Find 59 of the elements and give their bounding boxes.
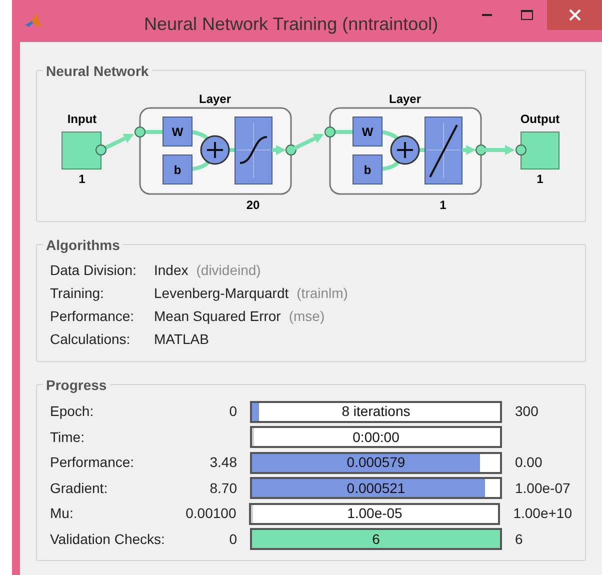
sigmoid-curve-icon (234, 116, 272, 184)
bias-box: b (352, 154, 382, 184)
weight-box: W (162, 116, 192, 146)
algorithm-value: Mean Squared Error (154, 307, 281, 326)
connector-dot (516, 144, 526, 156)
algorithm-value: MATLAB (154, 330, 209, 349)
start-value: 0 (229, 530, 237, 547)
bias-box: b (162, 154, 192, 184)
window-title: Neural Network Training (nntraintool) (144, 12, 438, 36)
peak-logo-icon (24, 11, 44, 31)
layer-size: 20 (246, 198, 260, 212)
progress-text: 1.00e-05 (346, 504, 404, 523)
end-value: 1.00e+10 (513, 504, 572, 524)
progress-text: 0:00:00 (352, 428, 400, 446)
sum-icon (200, 135, 230, 165)
progress-text: 0.000521 (346, 479, 406, 498)
progress-label: Performance: (50, 453, 136, 472)
progress-label: Validation Checks: (50, 530, 166, 549)
close-icon (568, 9, 580, 21)
progress-text: 0.000579 (346, 454, 406, 472)
progress-text: 8 iterations (340, 402, 412, 421)
end-value: 0.00 (515, 453, 542, 472)
start-value: 0 (229, 403, 237, 420)
progress-label: Epoch: (50, 402, 95, 422)
connector-arrow (482, 145, 515, 155)
end-value: 1.00e-07 (515, 478, 570, 498)
layer-label: Layer (388, 92, 422, 106)
algorithm-hint: (trainlm) (296, 284, 348, 303)
algorithm-label: Training: (50, 284, 105, 303)
weight-box: W (352, 116, 382, 146)
output-label: Output (520, 112, 560, 126)
progress-label: Time: (50, 428, 86, 447)
layer-label: Layer (198, 92, 232, 106)
output-size: 1 (536, 172, 544, 186)
start-value: 0.00100 (186, 505, 236, 522)
algorithm-label: Performance: (50, 307, 136, 326)
input-label: Input (67, 112, 97, 126)
progress-text: 6 (371, 530, 381, 548)
algorithm-label: Calculations: (50, 330, 132, 349)
progress-label: Mu: (50, 504, 74, 524)
input-box (62, 132, 102, 170)
end-value: 6 (515, 530, 523, 549)
algorithm-hint: (mse) (288, 307, 325, 326)
layer-size: 1 (440, 198, 446, 212)
end-value: 300 (515, 402, 538, 422)
start-value: 3.48 (210, 454, 237, 470)
connector-arrow (272, 145, 286, 155)
progress-label: Gradient: (50, 478, 109, 498)
algorithm-value: Index (154, 261, 188, 280)
output-box (520, 132, 560, 170)
sum-icon (390, 135, 420, 165)
algorithm-label: Data Division: (50, 261, 138, 280)
input-size: 1 (78, 172, 86, 186)
connector-arrow (462, 145, 476, 155)
connector-dot (96, 144, 106, 156)
start-value: 8.70 (210, 480, 237, 496)
algorithm-value: Levenberg-Marquardt (154, 284, 289, 303)
algorithm-hint: (divideind) (196, 261, 261, 280)
close-button[interactable] (547, 0, 602, 30)
